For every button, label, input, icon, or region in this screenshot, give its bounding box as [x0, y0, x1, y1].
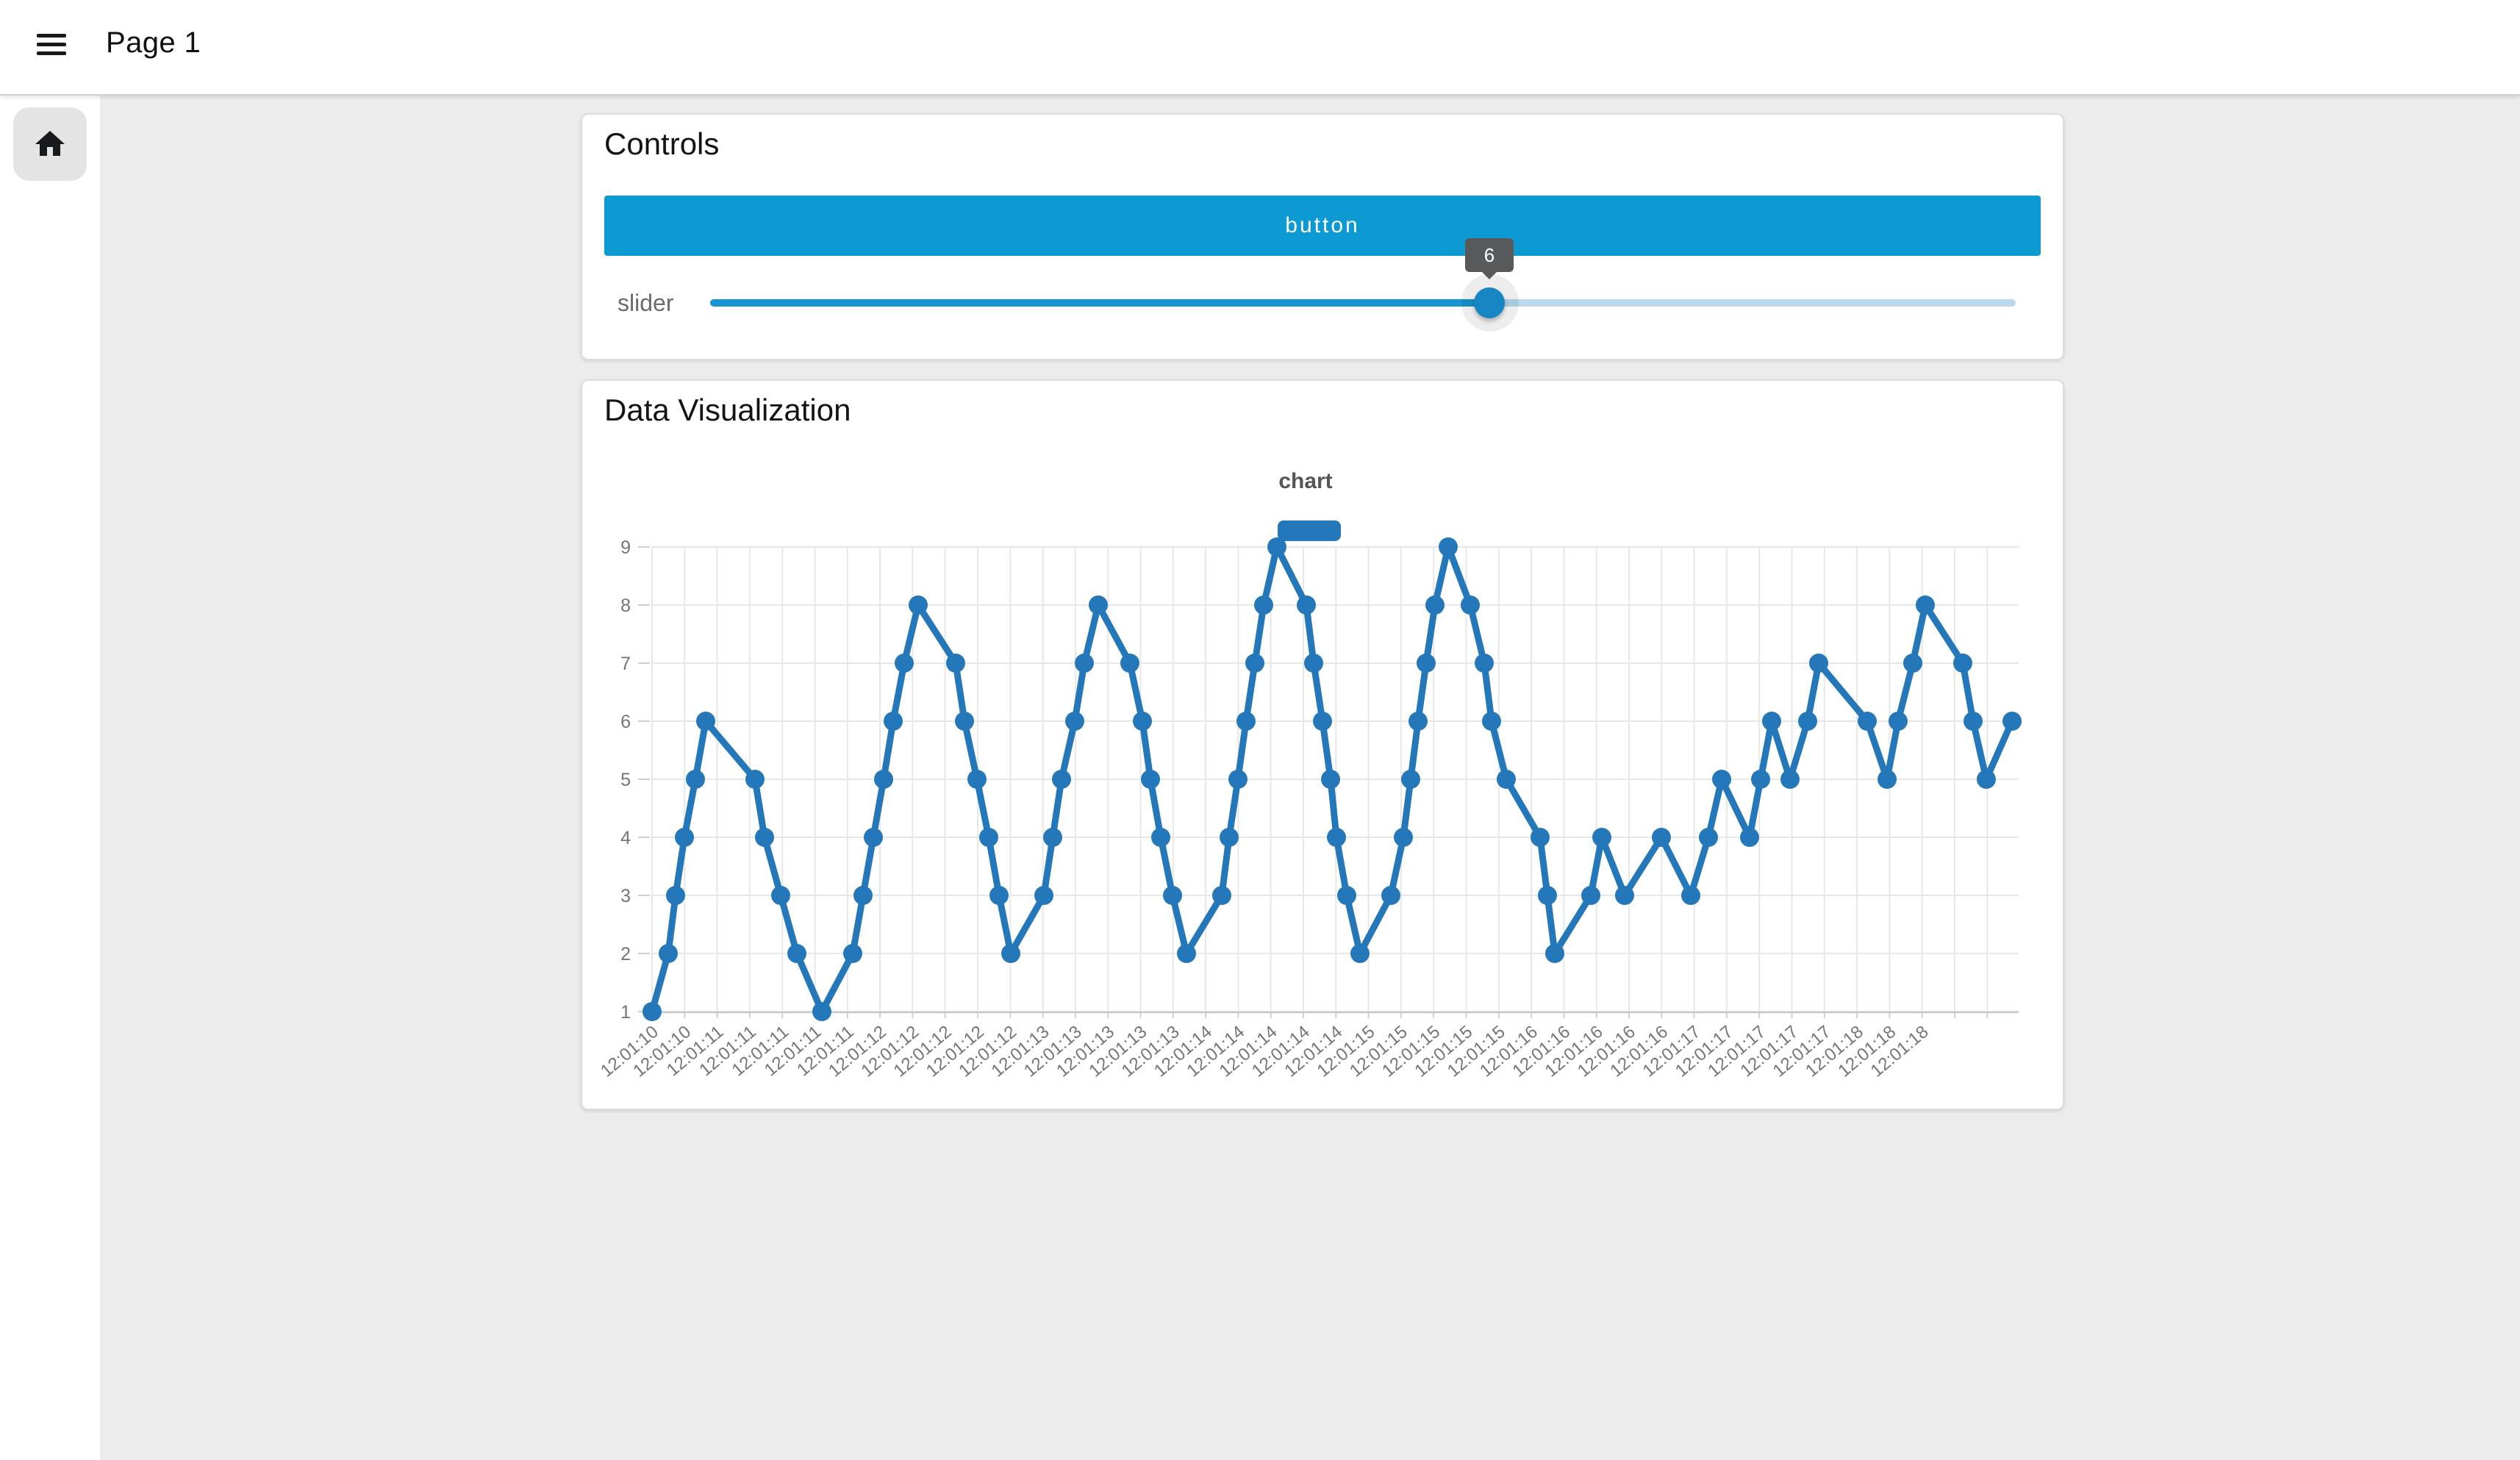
home-icon: [32, 126, 68, 162]
svg-text:8: 8: [620, 595, 631, 616]
svg-text:4: 4: [620, 828, 631, 848]
chart-container: chart 12:01:1012:01:1012:01:1112:01:1112…: [590, 457, 2045, 1104]
svg-text:5: 5: [620, 770, 631, 790]
slider-fill: [710, 299, 1489, 307]
chart-title: chart: [1278, 469, 1332, 493]
hamburger-menu-icon[interactable]: [37, 34, 66, 59]
top-header: Page 1: [0, 0, 2520, 96]
slider-value-tooltip: 6: [1465, 238, 1514, 272]
chart-svg: chart 12:01:1012:01:1012:01:1112:01:1112…: [590, 457, 2045, 1104]
svg-text:2: 2: [620, 944, 631, 965]
controls-card-title: Controls: [604, 126, 719, 162]
action-button[interactable]: button: [604, 196, 2041, 256]
svg-text:1: 1: [620, 1002, 631, 1023]
viz-card-title: Data Visualization: [604, 393, 851, 428]
app-window: Page 1 Controls button slider 6 Data Vis…: [0, 0, 2520, 1460]
legend-swatch[interactable]: [1278, 520, 1341, 541]
svg-text:3: 3: [620, 886, 631, 906]
slider-handle[interactable]: [1474, 287, 1505, 318]
sidebar-item-home[interactable]: [13, 107, 87, 181]
slider-track[interactable]: [710, 299, 2016, 307]
controls-card: Controls button slider 6: [581, 113, 2064, 360]
data-visualization-card: Data Visualization chart 12:01:1012:01:1…: [581, 379, 2064, 1110]
svg-text:9: 9: [620, 537, 631, 558]
page-title: Page 1: [106, 26, 201, 60]
svg-text:6: 6: [620, 712, 631, 732]
slider-label: slider: [618, 290, 673, 317]
svg-text:7: 7: [620, 654, 631, 674]
sidebar: [0, 94, 100, 1460]
